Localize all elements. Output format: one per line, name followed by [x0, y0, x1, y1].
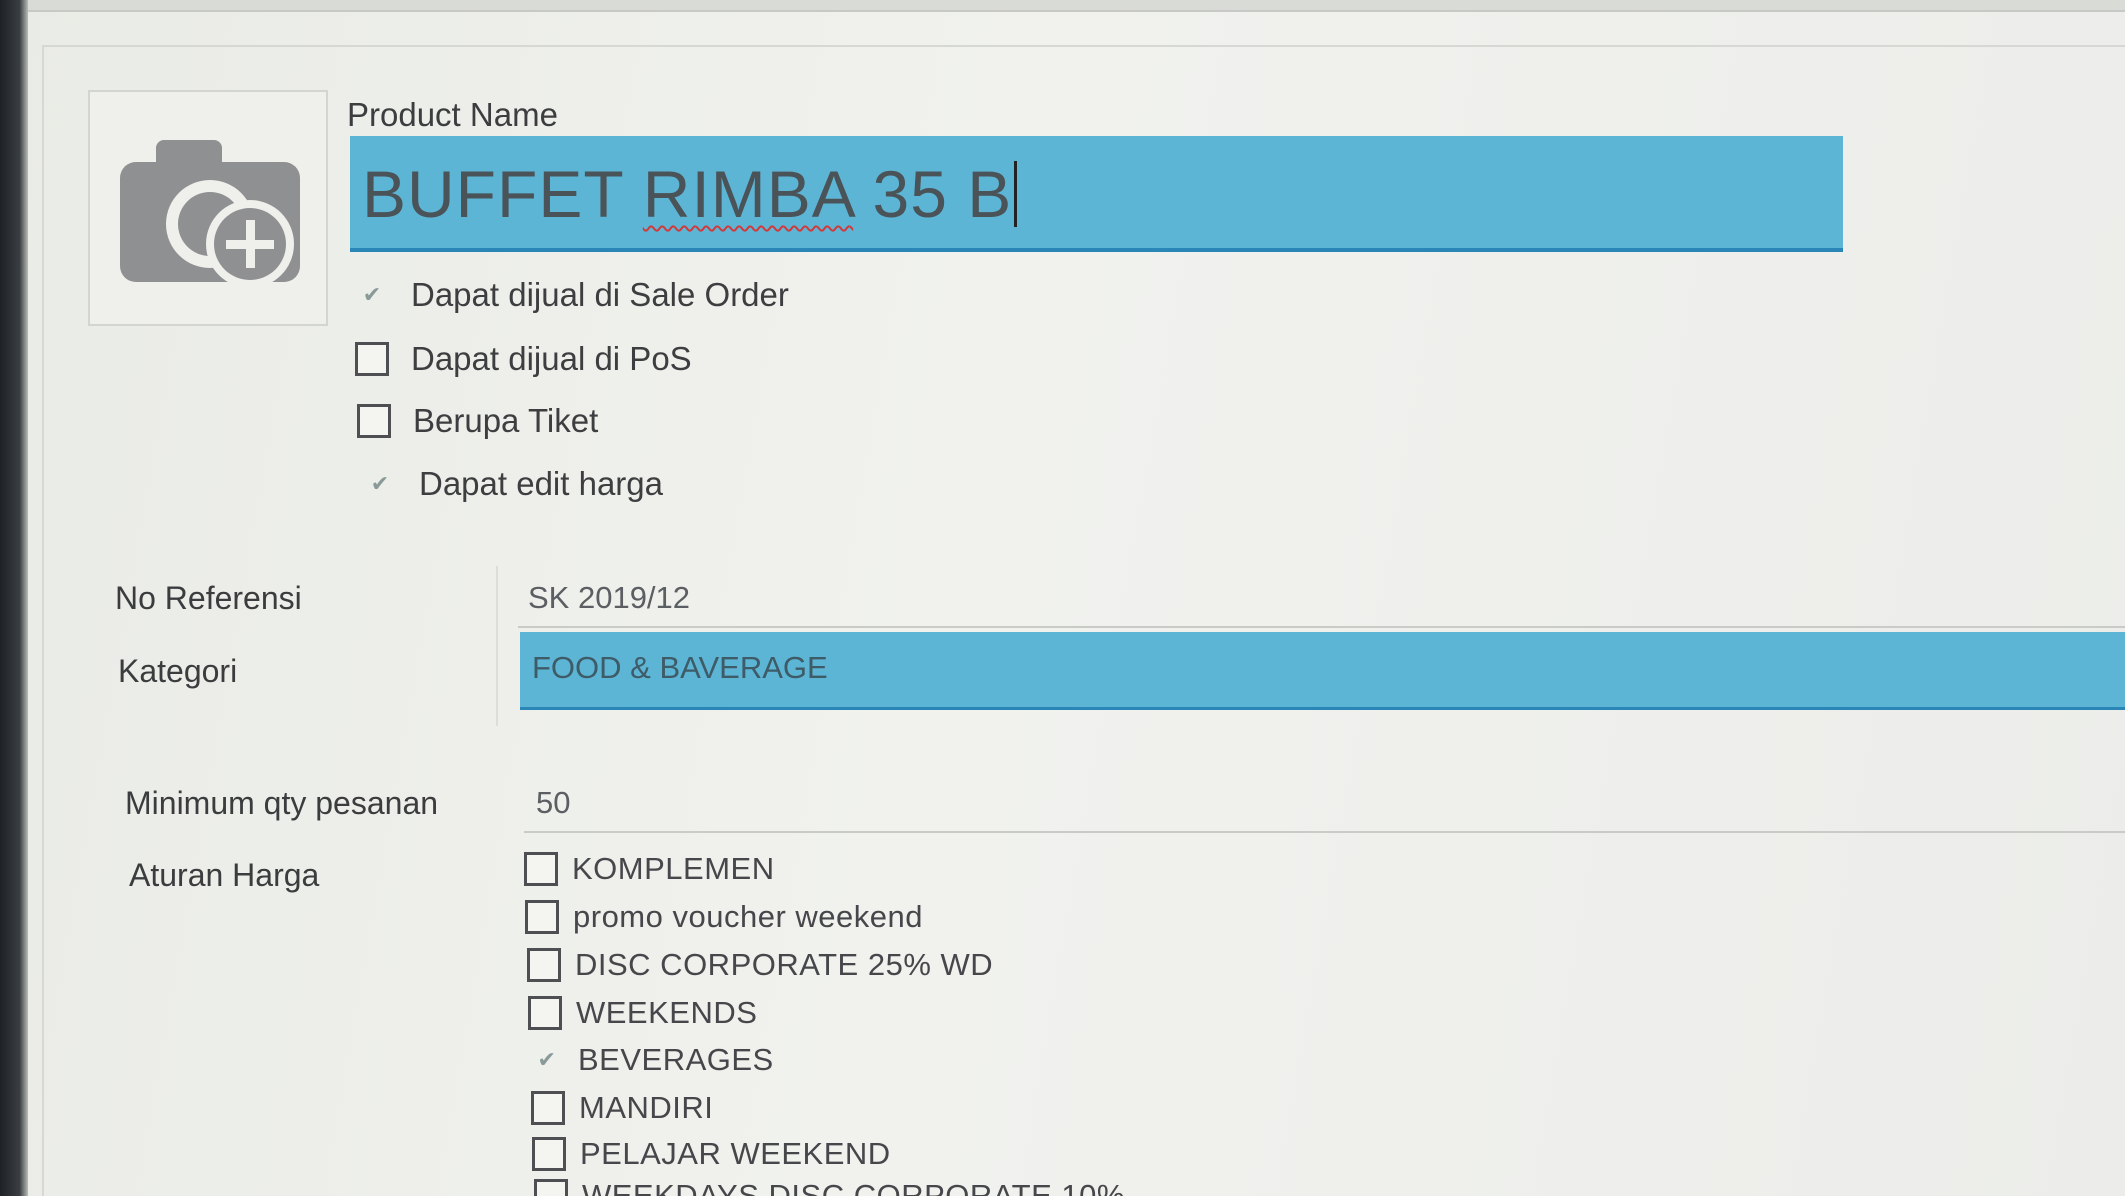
add-photo-camera-icon [120, 140, 300, 288]
checkmark-icon: ✔ [370, 471, 390, 496]
checkmark-icon: ✔ [362, 282, 382, 307]
no-referensi-input[interactable]: SK 2019/12 [518, 580, 2125, 628]
kategori-label: Kategori [118, 653, 238, 689]
window-top-edge [0, 0, 2125, 12]
rule-item[interactable]: ✔ BEVERAGES [530, 1040, 774, 1080]
product-name-text-part: 35 B [853, 157, 1013, 231]
checkbox[interactable] [357, 404, 391, 438]
product-name-text-part: BUFFET [362, 157, 643, 231]
flag-label: Dapat edit harga [419, 465, 664, 502]
minimum-qty-label: Minimum qty pesanan [125, 785, 439, 821]
checkbox[interactable] [532, 1137, 566, 1171]
rule-label: DISC CORPORATE 25% WD [575, 947, 994, 982]
flag-sale-order[interactable]: ✔ Dapat dijual di Sale Order [355, 275, 789, 315]
aturan-harga-label: Aturan Harga [129, 857, 320, 893]
rule-item[interactable]: MANDIRI [531, 1088, 713, 1128]
rule-item[interactable]: KOMPLEMEN [524, 849, 775, 889]
flag-label: Berupa Tiket [413, 402, 599, 439]
kategori-select[interactable]: FOOD & BAVERAGE [520, 632, 2125, 710]
screen: Product Name BUFFET RIMBA 35 B ✔ Dapat d… [0, 0, 2125, 1196]
product-name-input[interactable]: BUFFET RIMBA 35 B [350, 136, 1843, 252]
checkmark-icon: ✔ [537, 1047, 557, 1072]
rule-label: promo voucher weekend [573, 899, 923, 934]
rule-label: MANDIRI [579, 1090, 714, 1125]
product-name-label: Product Name [347, 96, 558, 133]
flag-label: Dapat dijual di PoS [411, 340, 692, 377]
checkbox[interactable] [531, 1091, 565, 1125]
rule-label: PELAJAR WEEKEND [580, 1136, 891, 1171]
checkbox[interactable] [525, 900, 559, 934]
product-image-upload[interactable] [88, 90, 328, 326]
rule-item[interactable]: PELAJAR WEEKEND [532, 1134, 891, 1174]
checkbox[interactable] [534, 1179, 568, 1196]
checkbox[interactable] [524, 852, 558, 886]
checkbox[interactable] [528, 996, 562, 1030]
flag-pos[interactable]: Dapat dijual di PoS [355, 339, 692, 379]
rule-label: WEEKENDS [576, 995, 758, 1030]
checkbox[interactable] [527, 948, 561, 982]
flag-label: Dapat dijual di Sale Order [411, 276, 789, 313]
minimum-qty-input[interactable]: 50 [524, 785, 2125, 833]
rule-label: BEVERAGES [578, 1042, 774, 1077]
rule-item[interactable]: WEEKDAYS DISC CORPORATE 10% [534, 1176, 1125, 1196]
monitor-bezel [0, 0, 28, 1196]
rule-label: KOMPLEMEN [572, 851, 775, 886]
text-cursor [1014, 161, 1018, 227]
column-divider [496, 566, 498, 726]
rule-item[interactable]: WEEKENDS [528, 993, 757, 1033]
rule-label: WEEKDAYS DISC CORPORATE 10% [582, 1178, 1125, 1196]
spellcheck-word: RIMBA [642, 157, 854, 231]
rule-item[interactable]: DISC CORPORATE 25% WD [527, 945, 993, 985]
rule-item[interactable]: promo voucher weekend [525, 897, 923, 937]
checkbox[interactable] [355, 342, 389, 376]
flag-ticket[interactable]: Berupa Tiket [357, 401, 598, 441]
flag-edit-price[interactable]: ✔ Dapat edit harga [363, 464, 663, 504]
no-referensi-label: No Referensi [115, 580, 302, 616]
